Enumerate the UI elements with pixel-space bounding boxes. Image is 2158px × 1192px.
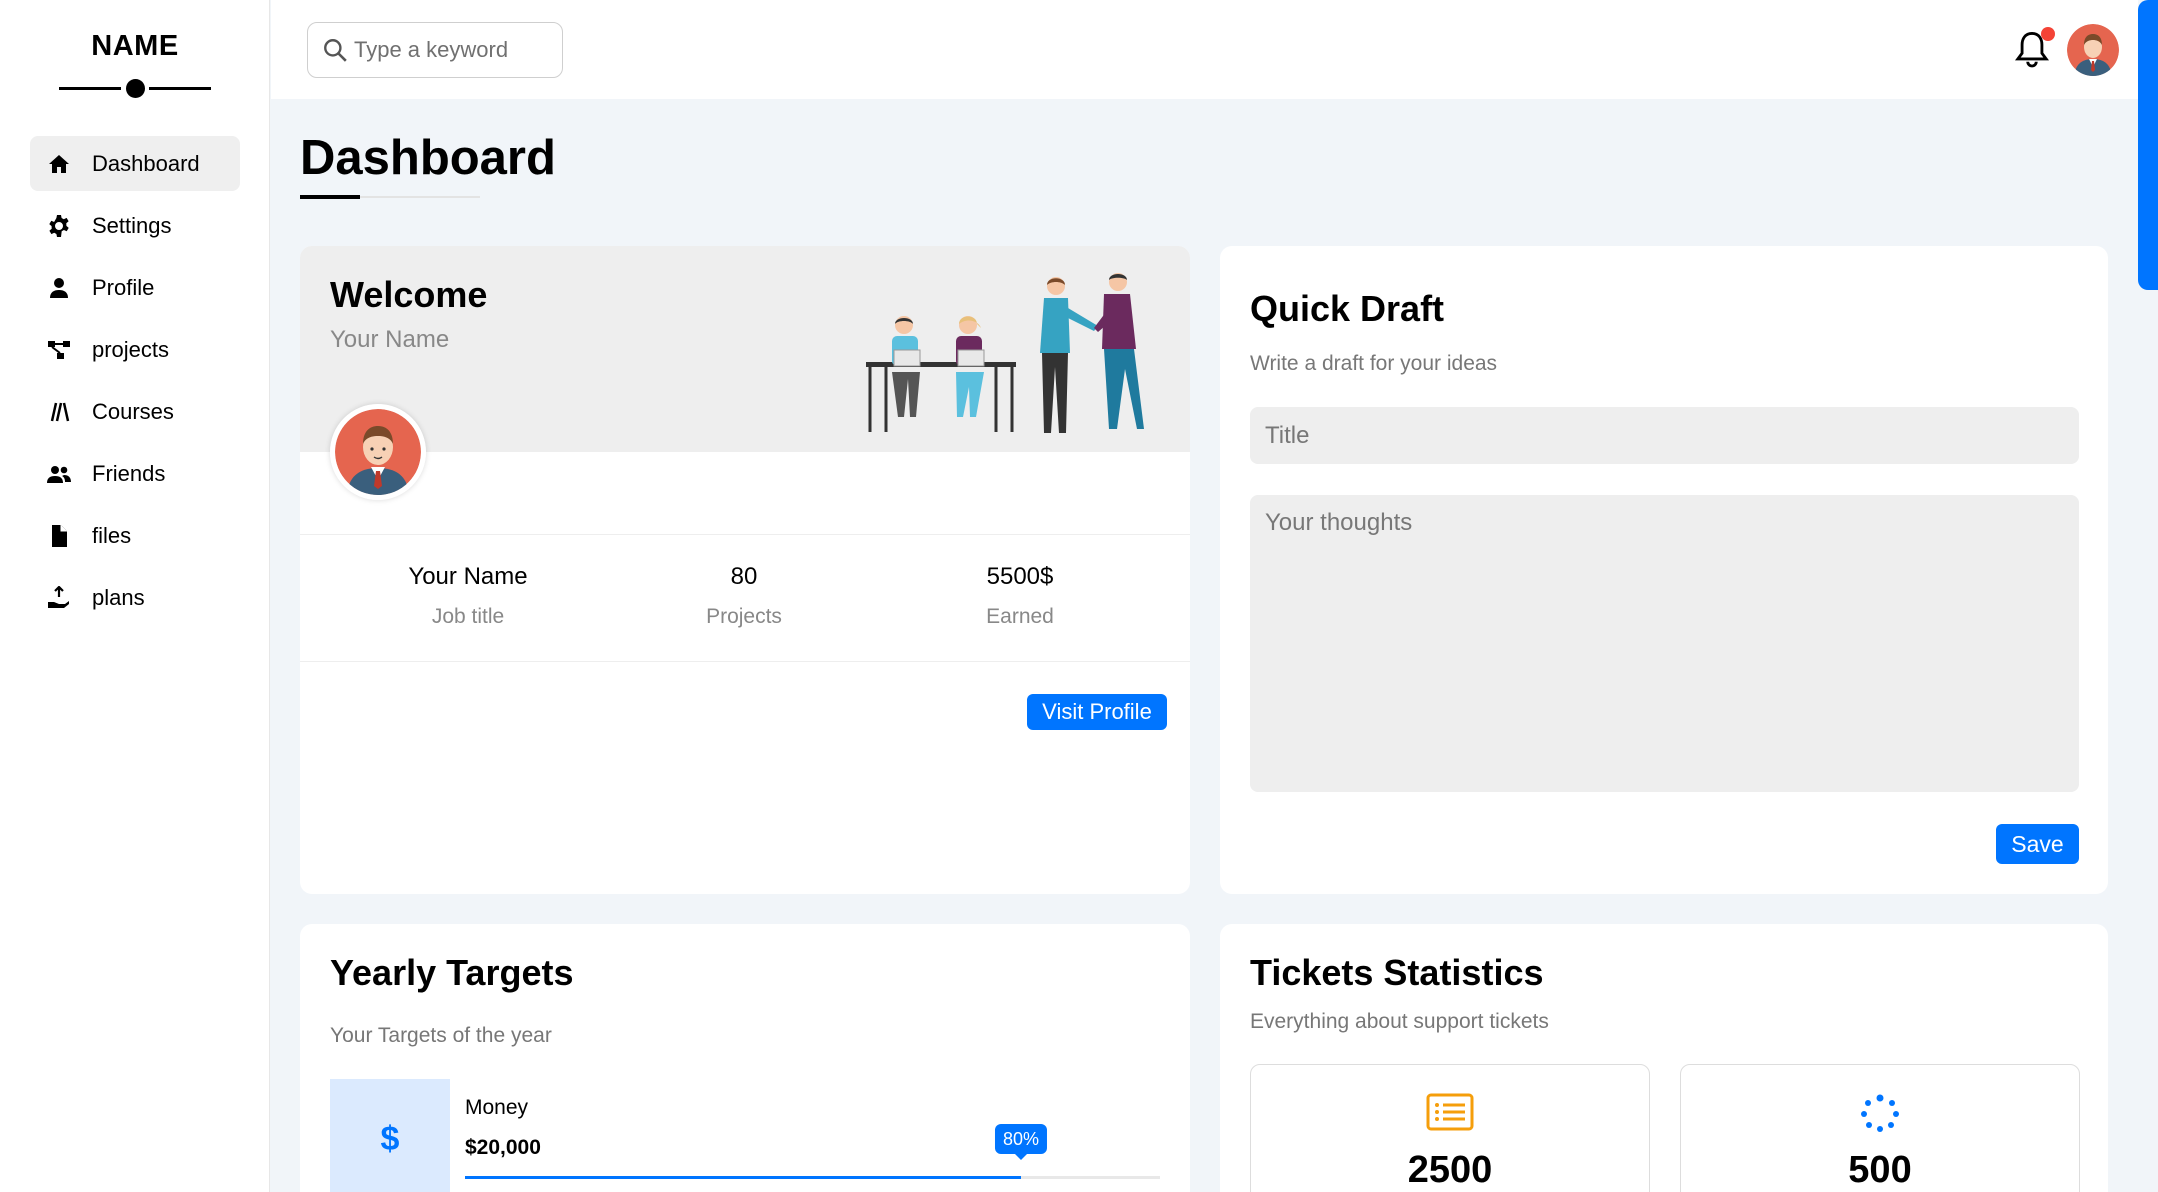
file-icon: [46, 523, 72, 549]
stat-name: Your Name Job title: [330, 535, 606, 661]
draft-title-input[interactable]: [1250, 407, 2079, 464]
stat-value: Your Name: [408, 563, 528, 590]
stat-label: Job title: [431, 605, 505, 628]
brand-divider: [149, 87, 211, 90]
sidebar-item-projects[interactable]: projects: [30, 322, 240, 377]
visit-profile-button[interactable]: Visit Profile: [1027, 694, 1167, 730]
courses-icon: [46, 399, 72, 425]
quick-draft-card: Quick Draft Write a draft for your ideas…: [1220, 246, 2108, 894]
title-underline-accent: [300, 195, 360, 199]
sidebar-item-label: Dashboard: [92, 150, 200, 176]
yearly-targets-card: Yearly Targets Your Targets of the year …: [300, 924, 1190, 1192]
ticket-stat: 2500: [1250, 1064, 1650, 1192]
sidebar-item-dashboard[interactable]: Dashboard: [30, 136, 240, 191]
sidebar-item-label: Courses: [92, 398, 174, 424]
draft-thoughts-textarea[interactable]: [1250, 495, 2079, 792]
sidebar-item-label: Profile: [92, 274, 155, 300]
team-illustration: [866, 273, 1144, 433]
profile-stats: Your Name Job title 80 Projects 5500$ Ea…: [300, 534, 1190, 662]
welcome-subtitle: Your Name: [330, 326, 450, 353]
diagram-icon: [46, 337, 72, 363]
sidebar-item-friends[interactable]: Friends: [30, 446, 240, 501]
stat-value: 80: [730, 563, 758, 590]
sidebar-item-label: Friends: [92, 460, 166, 486]
card-subtitle: Your Targets of the year: [330, 1024, 552, 1047]
search-box[interactable]: [307, 22, 563, 78]
brand-divider: [59, 87, 121, 90]
sidebar-item-courses[interactable]: Courses: [30, 384, 240, 439]
avatar[interactable]: [330, 404, 426, 500]
tickets-statistics-card: Tickets Statistics Everything about supp…: [1220, 924, 2108, 1192]
list-icon: [1426, 1093, 1474, 1131]
scrollbar-thumb[interactable]: [2138, 0, 2158, 290]
card-subtitle: Everything about support tickets: [1250, 1010, 1549, 1033]
page-title: Dashboard: [300, 131, 556, 185]
notification-badge: [2041, 27, 2055, 41]
gear-icon: [46, 213, 72, 239]
stat-value: 5500$: [986, 563, 1054, 590]
spinner-icon: [1861, 1094, 1899, 1132]
ticket-stat: 500: [1680, 1064, 2080, 1192]
stat-earned: 5500$ Earned: [882, 535, 1158, 661]
avatar[interactable]: [2067, 24, 2119, 76]
sidebar-item-settings[interactable]: Settings: [30, 198, 240, 253]
sidebar-item-label: Settings: [92, 212, 172, 238]
save-button[interactable]: Save: [1996, 824, 2079, 864]
top-header: [271, 0, 2138, 99]
search-icon: [324, 39, 347, 62]
stat-label: Earned: [986, 605, 1054, 628]
sidebar-item-files[interactable]: files: [30, 508, 240, 563]
card-title: Tickets Statistics: [1250, 952, 1544, 993]
target-label: Money: [465, 1096, 529, 1119]
sidebar-nav: Dashboard Settings Profile projects Cour…: [30, 136, 240, 632]
target-progress-fill: [465, 1176, 1021, 1179]
stat-projects: 80 Projects: [606, 535, 882, 661]
target-progress-track: [465, 1176, 1160, 1179]
hand-money-icon: [46, 585, 72, 611]
target-value: $20,000: [465, 1136, 541, 1159]
user-icon: [46, 275, 72, 301]
brand-name: NAME: [91, 30, 179, 62]
sidebar-item-label: projects: [92, 336, 170, 362]
card-subtitle: Write a draft for your ideas: [1250, 352, 1498, 375]
welcome-card: Welcome Your Name Your Name Job title 80…: [300, 246, 1190, 894]
sidebar-item-label: files: [92, 522, 132, 548]
sidebar-item-label: plans: [92, 584, 145, 610]
welcome-title: Welcome: [330, 274, 488, 315]
friends-icon: [46, 461, 72, 487]
search-input[interactable]: [354, 37, 544, 63]
ticket-count: 2500: [1407, 1149, 1493, 1191]
card-title: Yearly Targets: [330, 952, 574, 993]
sidebar-item-profile[interactable]: Profile: [30, 260, 240, 315]
sidebar-item-plans[interactable]: plans: [30, 570, 240, 625]
stat-label: Projects: [706, 605, 782, 628]
home-icon: [46, 151, 72, 177]
card-title: Quick Draft: [1250, 288, 1445, 329]
target-progress-tooltip: 80%: [994, 1124, 1048, 1160]
ticket-count: 500: [1848, 1149, 1912, 1191]
dollar-icon: $: [330, 1079, 450, 1192]
brand-divider-dot: [126, 79, 145, 98]
sidebar: NAME Dashboard Settings Profile projects…: [0, 0, 270, 1192]
